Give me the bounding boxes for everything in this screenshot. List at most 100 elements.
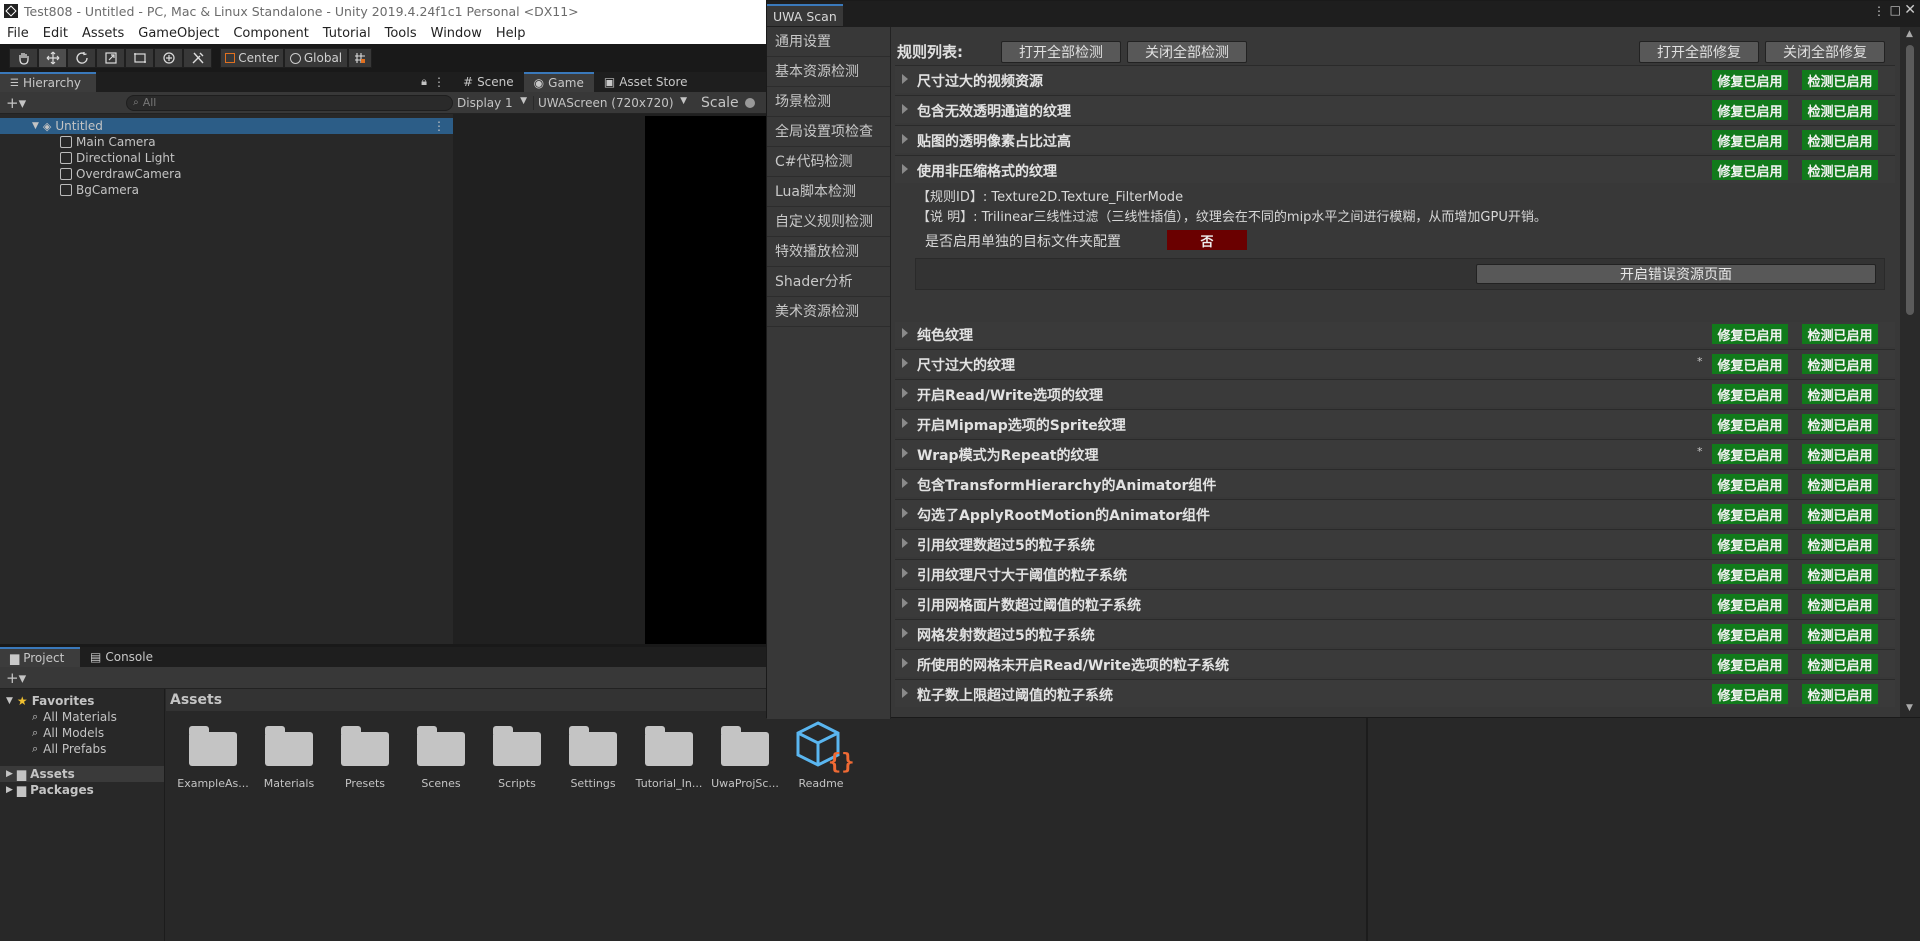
menu-component[interactable]: Component — [226, 26, 315, 41]
rect-tool-button[interactable] — [125, 48, 154, 68]
check-enabled-toggle[interactable]: 检测已启用 — [1802, 160, 1878, 180]
rule-name[interactable]: 粒子数上限超过阈值的粒子系统 — [917, 685, 1113, 705]
uwa-scrollbar[interactable]: ▲ ▼ — [1900, 27, 1920, 717]
fix-enabled-toggle[interactable]: 修复已启用 — [1712, 594, 1788, 614]
tab-uwa-scan[interactable]: UWA Scan — [767, 4, 843, 26]
rule-name[interactable]: 引用纹理尺寸大于阈值的粒子系统 — [917, 565, 1127, 585]
fix-enabled-toggle[interactable]: 修复已启用 — [1712, 534, 1788, 554]
rule-name[interactable]: 开启Read/Write选项的纹理 — [917, 385, 1103, 405]
rule-row[interactable]: 引用网格面片数超过阈值的粒子系统 修复已启用 检测已启用 — [895, 589, 1895, 617]
collapsed-arrow-icon[interactable] — [902, 104, 908, 114]
fix-enabled-toggle[interactable]: 修复已启用 — [1712, 564, 1788, 584]
close-all-check-button[interactable]: 关闭全部检测 — [1127, 41, 1247, 63]
rule-name[interactable]: 所使用的网格未开启Read/Write选项的粒子系统 — [917, 655, 1229, 675]
menu-tutorial[interactable]: Tutorial — [316, 26, 378, 41]
display-dropdown[interactable]: Display 1 ▼ — [453, 96, 533, 110]
collapsed-arrow-icon[interactable] — [902, 388, 908, 398]
create-dropdown-button[interactable]: +▾ — [6, 94, 26, 112]
folder-icon[interactable] — [265, 726, 313, 766]
rule-name[interactable]: 网格发射数超过5的粒子系统 — [917, 625, 1095, 645]
check-enabled-toggle[interactable]: 检测已启用 — [1802, 504, 1878, 524]
tab-asset-store[interactable]: ▣ Asset Store — [594, 72, 698, 92]
collapsed-arrow-icon[interactable] — [902, 688, 908, 698]
expand-arrow-icon[interactable]: ▼ — [32, 121, 39, 131]
create-asset-button[interactable]: +▾ — [6, 669, 26, 687]
fix-enabled-toggle[interactable]: 修复已启用 — [1712, 504, 1788, 524]
open-all-check-button[interactable]: 打开全部检测 — [1001, 41, 1121, 63]
pivot-space-button[interactable]: Global — [284, 48, 348, 68]
sidebar-item-lua[interactable]: Lua脚本检测 — [767, 177, 890, 207]
rule-name[interactable]: 尺寸过大的视频资源 — [917, 71, 1043, 91]
sidebar-item-art-assets[interactable]: 美术资源检测 — [767, 297, 890, 327]
favorite-item[interactable]: ⌕ All Models — [0, 725, 164, 741]
collapsed-arrow-icon[interactable] — [902, 598, 908, 608]
scene-row[interactable]: ▼ ◈ Untitled ⋮ — [0, 118, 453, 134]
check-enabled-toggle[interactable]: 检测已启用 — [1802, 324, 1878, 344]
collapsed-arrow-icon[interactable] — [902, 448, 908, 458]
menu-gameobject[interactable]: GameObject — [131, 26, 226, 41]
transform-tool-button[interactable] — [154, 48, 183, 68]
sidebar-item-general[interactable]: 通用设置 — [767, 27, 890, 57]
check-enabled-toggle[interactable]: 检测已启用 — [1802, 354, 1878, 374]
rule-row[interactable]: 贴图的透明像素占比过高 修复已启用 检测已启用 — [895, 125, 1895, 153]
sidebar-item-scene[interactable]: 场景检测 — [767, 87, 890, 117]
menu-tools[interactable]: Tools — [378, 26, 424, 41]
sidebar-item-csharp[interactable]: C#代码检测 — [767, 147, 890, 177]
collapsed-arrow-icon[interactable] — [902, 328, 908, 338]
snap-button[interactable] — [348, 48, 372, 68]
open-all-fix-button[interactable]: 打开全部修复 — [1639, 41, 1759, 63]
scroll-up-arrow-icon[interactable]: ▲ — [1906, 29, 1913, 39]
folder-config-toggle[interactable]: 否 — [1167, 230, 1247, 250]
fix-enabled-toggle[interactable]: 修复已启用 — [1712, 654, 1788, 674]
fix-enabled-toggle[interactable]: 修复已启用 — [1712, 70, 1788, 90]
fix-enabled-toggle[interactable]: 修复已启用 — [1712, 160, 1788, 180]
close-all-fix-button[interactable]: 关闭全部修复 — [1765, 41, 1885, 63]
tab-game[interactable]: ◉ Game — [523, 72, 594, 92]
scale-slider-handle[interactable] — [744, 97, 755, 108]
check-enabled-toggle[interactable]: 检测已启用 — [1802, 594, 1878, 614]
tab-scene[interactable]: # Scene — [453, 72, 524, 92]
assets-root-row[interactable]: ▶ ▆ Assets — [0, 766, 164, 782]
menu-edit[interactable]: Edit — [36, 26, 75, 41]
scroll-down-arrow-icon[interactable]: ▼ — [1906, 703, 1913, 713]
rule-row[interactable]: 勾选了ApplyRootMotion的Animator组件 修复已启用 检测已启用 — [895, 499, 1895, 527]
move-tool-button[interactable] — [38, 48, 67, 68]
tab-hierarchy[interactable]: ☰ Hierarchy — [0, 72, 96, 92]
pivot-center-button[interactable]: Center — [220, 48, 284, 68]
fix-enabled-toggle[interactable]: 修复已启用 — [1712, 624, 1788, 644]
rule-name[interactable]: 贴图的透明像素占比过高 — [917, 131, 1071, 151]
rule-name[interactable]: 纯色纹理 — [917, 325, 973, 345]
fix-enabled-toggle[interactable]: 修复已启用 — [1712, 684, 1788, 704]
hierarchy-item[interactable]: OverdrawCamera — [0, 166, 453, 182]
expand-arrow-icon[interactable]: ▶ — [6, 785, 13, 795]
check-enabled-toggle[interactable]: 检测已启用 — [1802, 654, 1878, 674]
check-enabled-toggle[interactable]: 检测已启用 — [1802, 444, 1878, 464]
check-enabled-toggle[interactable]: 检测已启用 — [1802, 684, 1878, 704]
collapsed-arrow-icon[interactable] — [902, 538, 908, 548]
hierarchy-item[interactable]: BgCamera — [0, 182, 453, 198]
rule-name[interactable]: 包含TransformHierarchy的Animator组件 — [917, 475, 1216, 495]
folder-icon[interactable] — [189, 726, 237, 766]
sidebar-item-basic-assets[interactable]: 基本资源检测 — [767, 57, 890, 87]
rule-row[interactable]: Wrap模式为Repeat的纹理 * 修复已启用 检测已启用 — [895, 439, 1895, 467]
expand-arrow-icon[interactable]: ▶ — [6, 769, 13, 779]
fix-enabled-toggle[interactable]: 修复已启用 — [1712, 414, 1788, 434]
fix-enabled-toggle[interactable]: 修复已启用 — [1712, 354, 1788, 374]
favorites-row[interactable]: ▼ ★ Favorites — [0, 693, 164, 709]
collapsed-arrow-icon[interactable] — [902, 164, 908, 174]
collapsed-arrow-icon[interactable] — [902, 74, 908, 84]
scrollbar-thumb[interactable] — [1906, 45, 1914, 315]
rule-row[interactable]: 粒子数上限超过阈值的粒子系统 修复已启用 检测已启用 — [895, 679, 1895, 707]
collapsed-arrow-icon[interactable] — [902, 568, 908, 578]
fix-enabled-toggle[interactable]: 修复已启用 — [1712, 384, 1788, 404]
packages-root-row[interactable]: ▶ ▆ Packages — [0, 782, 164, 798]
rule-row[interactable]: 开启Mipmap选项的Sprite纹理 修复已启用 检测已启用 — [895, 409, 1895, 437]
scale-tool-button[interactable] — [96, 48, 125, 68]
rule-name[interactable]: 使用非压缩格式的纹理 — [917, 161, 1057, 181]
menu-help[interactable]: Help — [489, 26, 533, 41]
folder-icon[interactable] — [569, 726, 617, 766]
collapsed-arrow-icon[interactable] — [902, 418, 908, 428]
open-error-page-button[interactable]: 开启错误资源页面 — [1476, 264, 1876, 284]
check-enabled-toggle[interactable]: 检测已启用 — [1802, 414, 1878, 434]
hierarchy-item[interactable]: Directional Light — [0, 150, 453, 166]
